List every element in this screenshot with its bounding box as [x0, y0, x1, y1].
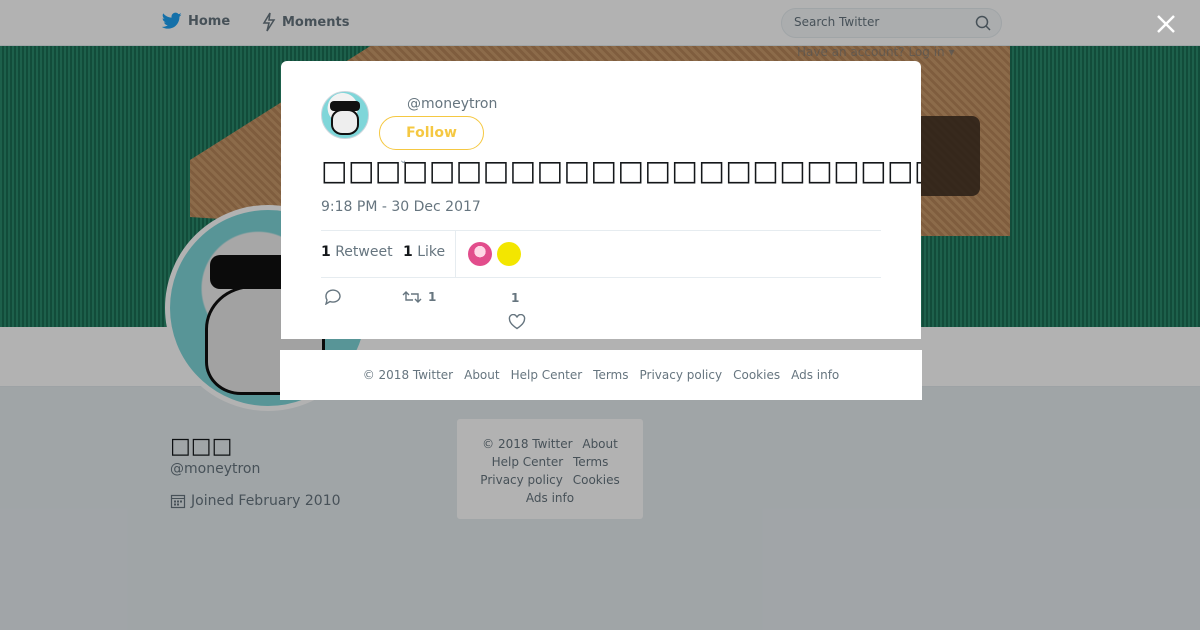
tweet-avatar-glasses [330, 101, 360, 111]
like-action-count: 1 [511, 291, 520, 305]
retweet-button[interactable]: 1 [402, 289, 436, 305]
liker-avatar[interactable] [468, 242, 492, 266]
tweet-timestamp[interactable]: 9:18 PM - 30 Dec 2017 [321, 199, 481, 215]
close-icon[interactable] [1152, 10, 1180, 38]
modal-footer-copyright: © 2018 Twitter [362, 368, 454, 382]
modal-footer-cookies[interactable]: Cookies [733, 368, 780, 382]
retweet-stat-label: Retweet [335, 244, 393, 260]
retweet-icon [402, 291, 422, 303]
liker-avatar[interactable] [497, 242, 521, 266]
modal-footer-terms[interactable]: Terms [593, 368, 628, 382]
retweet-action-count: 1 [428, 290, 437, 304]
tweet-modal: @moneytron Follow ⌄ □□□□□□□□□□□□□□□□□□□□… [281, 61, 921, 339]
tweet-text: □□□□□□□□□□□□□□□□□□□□□□□□ [321, 154, 921, 187]
modal-footer-privacy[interactable]: Privacy policy [640, 368, 723, 382]
like-stat-label: Like [417, 244, 446, 260]
retweet-count: 1 [321, 244, 331, 260]
tweet-stats: 1 Retweet 1 Like [321, 230, 881, 278]
modal-footer-about[interactable]: About [464, 368, 499, 382]
modal-footer-help[interactable]: Help Center [511, 368, 583, 382]
tweet-author-handle[interactable]: @moneytron [407, 96, 497, 112]
reply-button[interactable] [324, 289, 342, 305]
heart-icon[interactable] [508, 314, 526, 330]
tweet-author-avatar[interactable] [321, 91, 369, 139]
modal-footer-ads[interactable]: Ads info [791, 368, 839, 382]
follow-button[interactable]: Follow [379, 116, 484, 150]
like-stat[interactable]: 1 Like [403, 244, 445, 260]
reply-icon [325, 289, 341, 305]
modal-footer: © 2018 Twitter About Help Center Terms P… [280, 350, 922, 400]
retweet-stat[interactable]: 1 Retweet [321, 244, 393, 260]
tweet-avatar-face [331, 109, 359, 135]
stats-divider [455, 231, 456, 277]
like-count: 1 [403, 244, 413, 260]
